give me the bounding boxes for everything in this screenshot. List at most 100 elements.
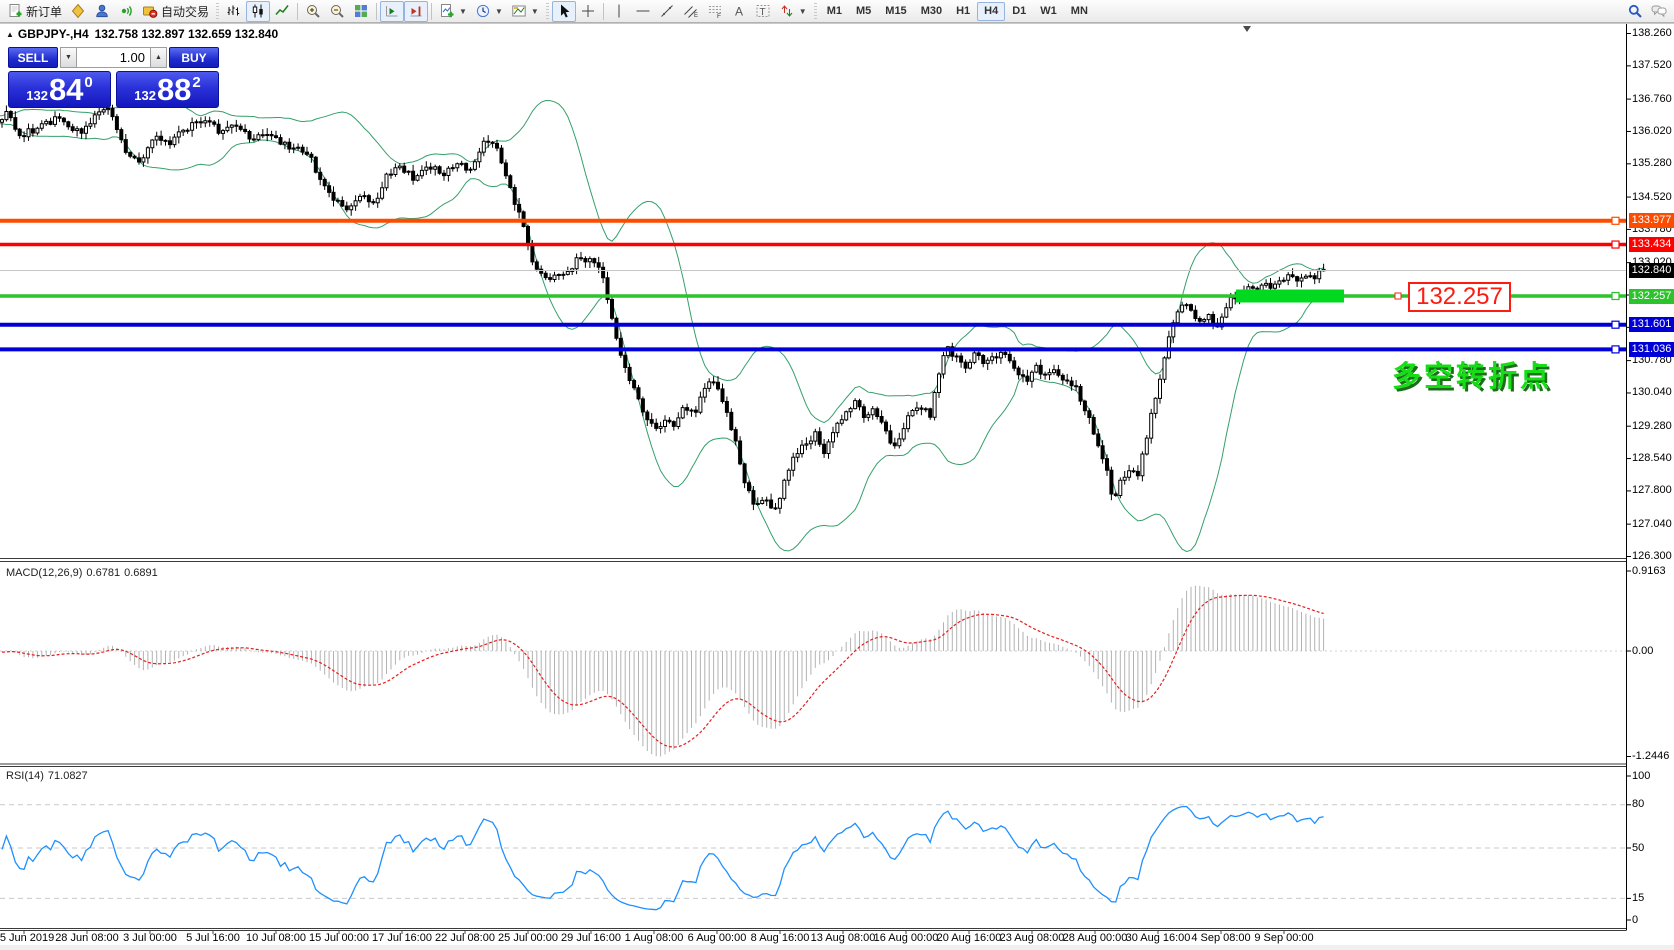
timeframe-h4-button[interactable]: H4 xyxy=(977,2,1005,21)
dropdown-caret-icon: ▼ xyxy=(459,7,467,16)
buy-price-sup: 2 xyxy=(192,74,200,91)
zoom-in-button[interactable] xyxy=(301,1,325,22)
macd-value-signal: 0.6891 xyxy=(124,567,158,579)
new-order-icon xyxy=(7,3,23,19)
svg-text:A: A xyxy=(735,5,743,19)
timeframe-m5-button[interactable]: M5 xyxy=(849,2,878,21)
line-end-marker[interactable] xyxy=(1612,293,1619,300)
toolbar-separator xyxy=(376,3,377,20)
timeframe-m15-button[interactable]: M15 xyxy=(878,2,913,21)
line-chart-button[interactable] xyxy=(270,1,294,22)
bollinger-lower-band xyxy=(0,124,1324,552)
collapse-arrow-icon[interactable]: ▲ xyxy=(6,30,14,39)
shift-position-marker[interactable] xyxy=(1243,26,1251,32)
macd-name: MACD(12,26,9) xyxy=(6,567,82,579)
timeframe-mn-button[interactable]: MN xyxy=(1064,2,1095,21)
horizontal-line-icon xyxy=(635,3,651,19)
cursor-tool-button[interactable] xyxy=(552,1,576,22)
dropdown-caret-icon: ▼ xyxy=(531,7,539,16)
mt4-window: 新订单 自动交易 xyxy=(0,0,1674,950)
timeframe-m1-button[interactable]: M1 xyxy=(820,2,849,21)
candles-bearish xyxy=(9,109,1316,509)
annotation-anchor-marker[interactable] xyxy=(1395,293,1401,299)
line-chart-icon xyxy=(274,3,290,19)
buy-price-panel[interactable]: 132 88 2 xyxy=(116,71,219,108)
tile-windows-button[interactable] xyxy=(349,1,373,22)
line-end-marker[interactable] xyxy=(1612,241,1619,248)
sound-icon xyxy=(118,3,134,19)
zoom-out-button[interactable] xyxy=(325,1,349,22)
chinese-note-text[interactable]: 多空转折点 xyxy=(1392,353,1552,395)
price-annotation-label[interactable]: 132.257 xyxy=(1408,282,1511,312)
text-label-tool-button[interactable]: T xyxy=(751,1,775,22)
line-end-marker[interactable] xyxy=(1612,217,1619,224)
buy-price-prefix: 132 xyxy=(134,88,156,103)
sell-price-panel[interactable]: 132 84 0 xyxy=(8,71,111,108)
profile-icon xyxy=(94,3,110,19)
search-button[interactable] xyxy=(1623,1,1647,22)
tile-windows-icon xyxy=(353,3,369,19)
candles-bullish xyxy=(1,109,1326,509)
toolbar-separator xyxy=(603,3,604,20)
text-label-icon: T xyxy=(755,3,771,19)
chart-canvas[interactable] xyxy=(0,23,1674,950)
main-chart-pane xyxy=(0,97,1626,551)
templates-button[interactable]: ▼ xyxy=(507,1,543,22)
crosshair-tool-button[interactable] xyxy=(576,1,600,22)
fibonacci-tool-button[interactable]: F xyxy=(703,1,727,22)
auto-trading-icon xyxy=(142,3,158,19)
chart-shift-icon xyxy=(408,3,424,19)
sell-button[interactable]: SELL xyxy=(8,47,58,68)
search-icon xyxy=(1627,3,1643,19)
svg-text:F: F xyxy=(717,13,721,19)
rsi-name: RSI(14) xyxy=(6,770,44,782)
rsi-value: 71.0827 xyxy=(48,770,88,782)
arrows-tool-button[interactable]: ▼ xyxy=(775,1,811,22)
channel-tool-button[interactable]: E xyxy=(679,1,703,22)
channel-icon: E xyxy=(683,3,699,19)
highlight-rectangle[interactable] xyxy=(1236,290,1344,303)
buy-button[interactable]: BUY xyxy=(169,47,219,68)
candlestick-button[interactable] xyxy=(246,1,270,22)
charts-button[interactable] xyxy=(66,1,90,22)
auto-scroll-button[interactable] xyxy=(380,1,404,22)
timeframe-m30-button[interactable]: M30 xyxy=(914,2,949,21)
arrow-objects-icon xyxy=(779,3,795,19)
profiles-button[interactable] xyxy=(90,1,114,22)
volume-down-button[interactable]: ▼ xyxy=(60,47,77,68)
auto-scroll-icon xyxy=(384,3,400,19)
chart-window[interactable]: 138.260137.520136.760136.020135.280134.5… xyxy=(0,23,1674,950)
text-icon: A xyxy=(731,3,747,19)
trendline-tool-button[interactable] xyxy=(655,1,679,22)
toolbar-grip xyxy=(546,3,549,19)
timeframe-w1-button[interactable]: W1 xyxy=(1033,2,1064,21)
chart-shift-button[interactable] xyxy=(404,1,428,22)
candlestick-icon xyxy=(250,3,266,19)
new-order-button[interactable]: 新订单 xyxy=(3,1,66,22)
chart-gold-icon xyxy=(70,3,86,19)
timeframe-d1-button[interactable]: D1 xyxy=(1005,2,1033,21)
svg-text:E: E xyxy=(694,13,698,19)
bar-chart-button[interactable] xyxy=(222,1,246,22)
sell-price-big: 84 xyxy=(49,73,83,106)
dropdown-caret-icon: ▼ xyxy=(495,7,503,16)
horizontal-line-tool-button[interactable] xyxy=(631,1,655,22)
toolbar-separator xyxy=(431,3,432,20)
vertical-line-tool-button[interactable] xyxy=(607,1,631,22)
line-end-marker[interactable] xyxy=(1612,321,1619,328)
indicators-button[interactable]: ▼ xyxy=(435,1,471,22)
alerts-button[interactable] xyxy=(114,1,138,22)
toolbar: 新订单 自动交易 xyxy=(0,0,1674,23)
periods-button[interactable]: ▼ xyxy=(471,1,507,22)
volume-input[interactable]: 1.00 xyxy=(77,47,150,68)
add-indicator-icon xyxy=(439,3,455,19)
timeframe-h1-button[interactable]: H1 xyxy=(949,2,977,21)
zoom-out-icon xyxy=(329,3,345,19)
candle-wicks xyxy=(2,105,1324,514)
auto-trading-button[interactable]: 自动交易 xyxy=(138,1,213,22)
community-chat-button[interactable] xyxy=(1647,1,1671,22)
volume-up-button[interactable]: ▲ xyxy=(150,47,167,68)
bar-chart-icon xyxy=(226,3,242,19)
text-tool-button[interactable]: A xyxy=(727,1,751,22)
line-end-marker[interactable] xyxy=(1612,346,1619,353)
